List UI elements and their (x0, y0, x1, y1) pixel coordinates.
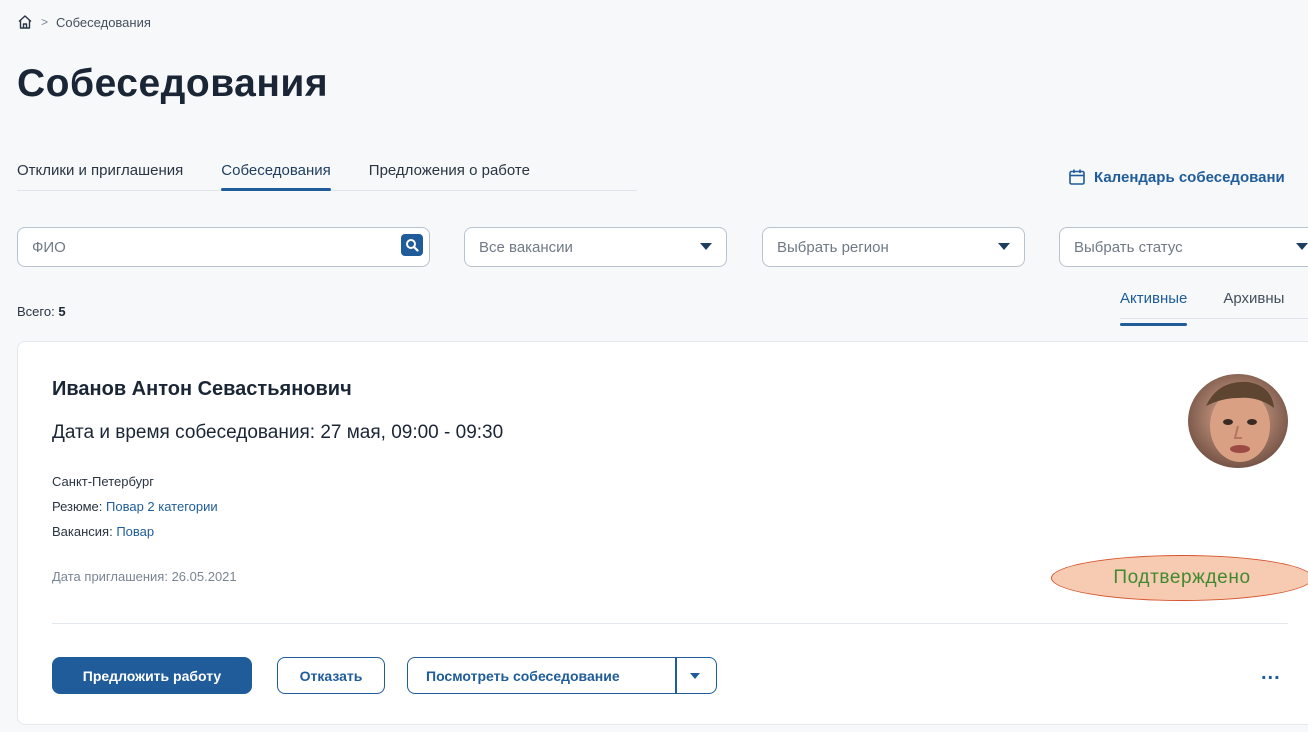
status-tabs: Активные Архивны (1120, 290, 1284, 326)
breadcrumb: > Собеседования (17, 14, 151, 30)
resume-link[interactable]: Повар 2 категории (106, 499, 218, 514)
page: > Собеседования Собеседования Отклики и … (0, 0, 1308, 732)
split-separator (675, 658, 677, 693)
chevron-down-icon (700, 243, 712, 250)
tab-job-offers[interactable]: Предложения о работе (369, 152, 530, 190)
calendar-link[interactable]: Календарь собеседовани (1068, 168, 1285, 186)
vacancy-label: Вакансия: (52, 524, 113, 539)
view-interview-button[interactable]: Посмотреть собеседование (407, 657, 717, 694)
vacancy-link[interactable]: Повар (116, 524, 154, 539)
status-tabs-divider (1120, 318, 1308, 319)
chevron-down-icon (998, 243, 1010, 250)
vacancy-select[interactable]: Все вакансии (464, 227, 727, 267)
invite-date: Дата приглашения: 26.05.2021 (52, 569, 237, 584)
candidate-name[interactable]: Иванов Антон Севастьянович (52, 378, 352, 401)
avatar-photo (1188, 374, 1288, 468)
candidate-vacancy: Вакансия: Повар (52, 524, 154, 539)
total-label: Всего: (17, 304, 55, 319)
vacancy-select-value: Все вакансии (479, 238, 573, 256)
total-value: 5 (58, 304, 66, 319)
interview-card: Иванов Антон Севастьянович Дата и время … (17, 341, 1308, 725)
more-options-button[interactable]: ... (1261, 662, 1281, 685)
home-icon[interactable] (17, 14, 33, 30)
breadcrumb-separator: > (41, 15, 49, 29)
card-divider (52, 623, 1288, 624)
candidate-city: Санкт-Петербург (52, 474, 154, 489)
calendar-icon (1069, 169, 1085, 185)
tab-active[interactable]: Активные (1120, 290, 1188, 326)
tabs: Отклики и приглашения Собеседования Пред… (17, 152, 637, 191)
chevron-down-icon (1296, 243, 1308, 250)
interview-datetime: Дата и время собеседования: 27 мая, 09:0… (52, 422, 504, 443)
breadcrumb-current: Собеседования (56, 14, 151, 30)
offer-job-button[interactable]: Предложить работу (52, 657, 252, 694)
avatar (1188, 374, 1288, 468)
search-icon (406, 239, 419, 252)
candidate-resume: Резюме: Повар 2 категории (52, 499, 218, 514)
tab-interviews[interactable]: Собеседования (221, 152, 332, 191)
chevron-down-icon[interactable] (690, 673, 700, 679)
total-count: Всего: 5 (17, 304, 66, 319)
page-title: Собеседования (17, 62, 329, 105)
view-interview-label: Посмотреть собеседование (426, 667, 620, 684)
tab-responses[interactable]: Отклики и приглашения (17, 152, 183, 190)
region-select-value: Выбрать регион (777, 238, 889, 256)
calendar-link-label: Календарь собеседовани (1094, 168, 1285, 186)
fio-search-field[interactable]: ФИО (17, 227, 430, 267)
region-select[interactable]: Выбрать регион (762, 227, 1025, 267)
reject-button[interactable]: Отказать (277, 657, 385, 694)
tab-archive[interactable]: Архивны (1223, 290, 1284, 317)
status-select-value: Выбрать статус (1074, 238, 1183, 256)
resume-label: Резюме: (52, 499, 103, 514)
search-button[interactable] (401, 234, 423, 256)
status-badge: Подтверждено (1051, 555, 1308, 601)
fio-placeholder: ФИО (32, 238, 66, 256)
status-select[interactable]: Выбрать статус (1059, 227, 1308, 267)
